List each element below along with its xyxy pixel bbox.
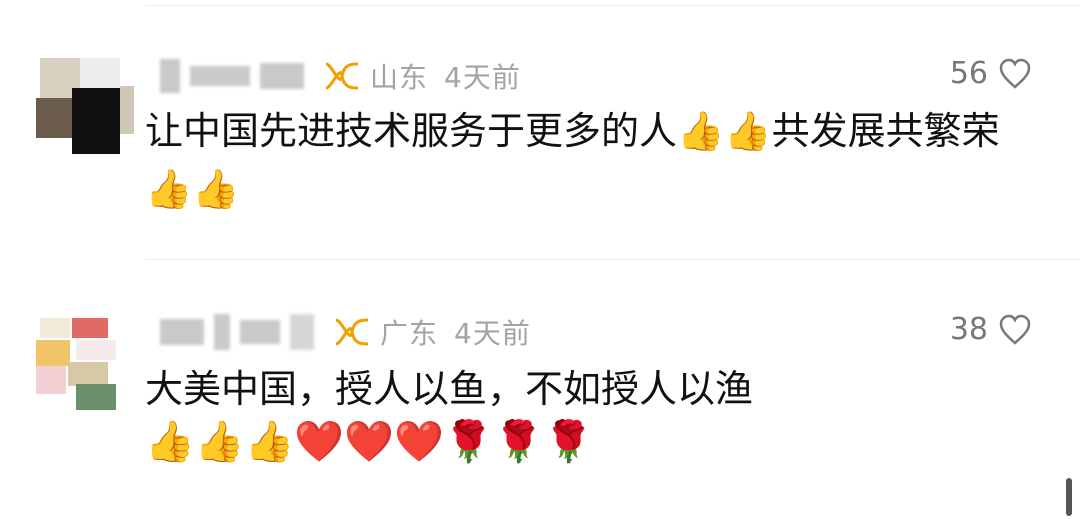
avatar[interactable] xyxy=(36,318,132,414)
like-button[interactable]: 56 xyxy=(950,56,1032,91)
location: 广东 xyxy=(380,317,439,350)
comment-text: 让中国先进技术服务于更多的人👍👍共发展共繁荣👍👍 xyxy=(145,109,1000,211)
timestamp: 4天前 xyxy=(454,317,531,350)
location: 山东 xyxy=(370,61,429,94)
like-count: 56 xyxy=(949,56,988,91)
top-divider xyxy=(145,5,1080,6)
like-count: 38 xyxy=(949,312,988,347)
heart-outline-icon xyxy=(999,314,1031,345)
blurred-username[interactable] xyxy=(160,319,204,345)
like-button[interactable]: 38 xyxy=(950,312,1032,347)
scrollbar[interactable] xyxy=(1066,478,1072,516)
blurred-username[interactable] xyxy=(160,59,180,93)
ip-location-icon xyxy=(325,62,359,90)
timestamp: 4天前 xyxy=(444,61,521,94)
comment-header: 广东 4天前 xyxy=(160,310,531,354)
emoji-line: 👍👍👍❤️❤️❤️🌹🌹🌹 xyxy=(145,419,594,465)
comment-text: 大美中国，授人以鱼，不如授人以渔 xyxy=(145,367,754,411)
heart-outline-icon xyxy=(999,58,1031,89)
avatar[interactable] xyxy=(36,58,134,154)
comment-header: 山东 4天前 xyxy=(160,54,521,98)
ip-location-icon xyxy=(335,318,369,346)
comment-divider xyxy=(145,259,1080,260)
